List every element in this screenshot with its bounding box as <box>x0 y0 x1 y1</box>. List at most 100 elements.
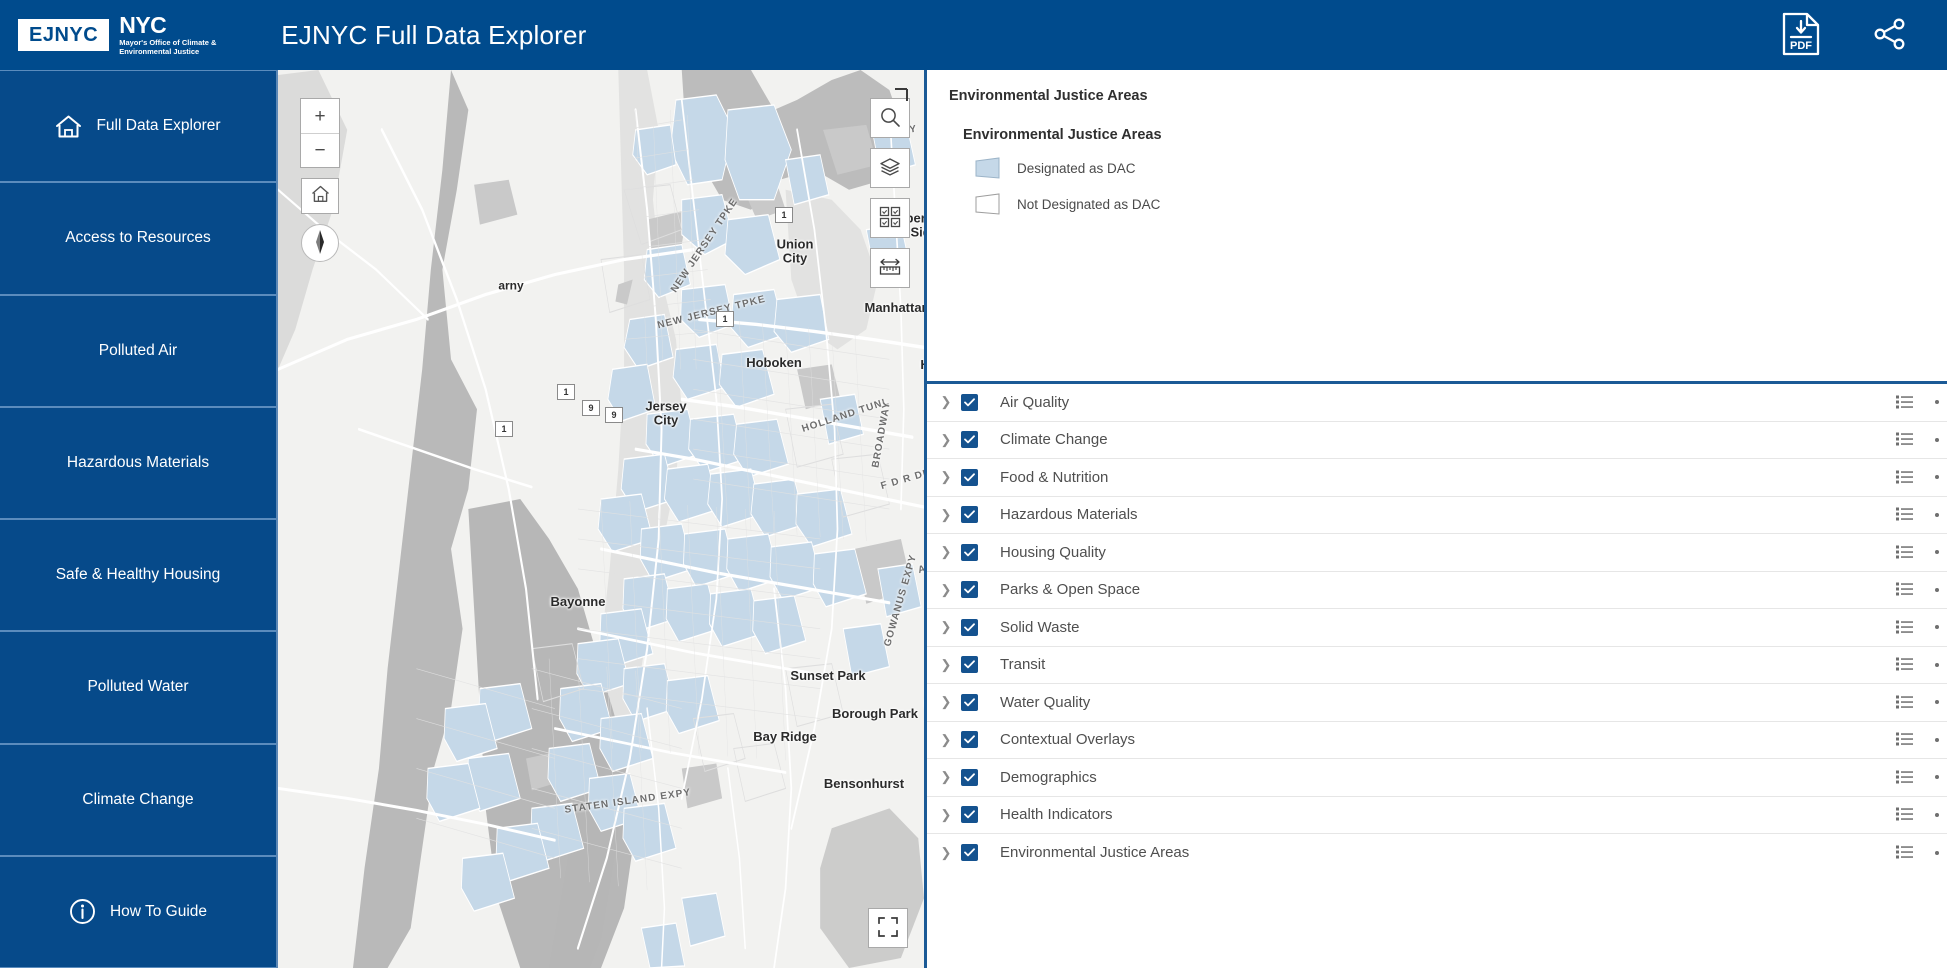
layer-row-health-indicators[interactable]: ❯ Health Indicators <box>927 797 1947 834</box>
app-root: EJNYC NYC Mayor's Office of Climate & En… <box>0 0 1947 968</box>
chevron-right-icon[interactable]: ❯ <box>935 807 957 823</box>
layer-row-air-quality[interactable]: ❯ Air Quality <box>927 384 1947 422</box>
layer-options-menu-icon[interactable] <box>1935 775 1939 780</box>
chevron-right-icon[interactable]: ❯ <box>935 769 957 785</box>
legend-icon[interactable] <box>1896 695 1913 710</box>
layer-visibility-checkbox[interactable] <box>961 393 978 411</box>
layer-name: Climate Change <box>1000 431 1108 449</box>
layer-visibility-checkbox[interactable] <box>961 844 978 862</box>
chevron-right-icon[interactable]: ❯ <box>935 469 957 485</box>
download-pdf-button[interactable]: PDF <box>1781 12 1821 59</box>
chevron-right-icon[interactable]: ❯ <box>935 394 957 410</box>
map-canvas[interactable] <box>278 70 924 968</box>
sidebar-item-climate-change[interactable]: Climate Change <box>0 743 276 856</box>
sidebar-item-hazardous-materials[interactable]: Hazardous Materials <box>0 406 276 519</box>
chevron-right-icon[interactable]: ❯ <box>935 619 957 635</box>
legend-icon[interactable] <box>1896 657 1913 672</box>
sidebar-item-safe-healthy-housing[interactable]: Safe & Healthy Housing <box>0 519 276 632</box>
map-container[interactable]: + − Si Union City Manhattan Hoboken Jers… <box>278 70 924 968</box>
layer-row-food-nutrition[interactable]: ❯ Food & Nutrition <box>927 459 1947 497</box>
brand-logos: EJNYC NYC Mayor's Office of Climate & En… <box>18 11 239 57</box>
chevron-right-icon[interactable]: ❯ <box>935 544 957 560</box>
zoom-in-button[interactable]: + <box>301 99 339 133</box>
chevron-right-icon[interactable]: ❯ <box>935 732 957 748</box>
legend-icon[interactable] <box>1896 507 1913 522</box>
legend-icon[interactable] <box>1896 432 1913 447</box>
layer-row-water-quality[interactable]: ❯ Water Quality <box>927 684 1947 722</box>
layer-row-tools <box>1896 657 1947 672</box>
layer-options-menu-icon[interactable] <box>1935 812 1939 817</box>
legend-icon[interactable] <box>1896 545 1913 560</box>
chevron-right-icon[interactable]: ❯ <box>935 694 957 710</box>
layer-visibility-checkbox[interactable] <box>961 506 978 524</box>
legend-icon[interactable] <box>1896 470 1913 485</box>
layer-options-menu-icon[interactable] <box>1935 850 1939 855</box>
layer-list: ❯ Air Quality ❯ Climate Change ❯ Food & … <box>927 381 1947 968</box>
layer-options-menu-icon[interactable] <box>1935 700 1939 705</box>
chevron-right-icon[interactable]: ❯ <box>935 845 957 861</box>
chevron-right-icon[interactable]: ❯ <box>935 507 957 523</box>
basemap-gallery-button[interactable] <box>870 198 910 238</box>
sidebar-item-label: Safe & Healthy Housing <box>55 566 221 584</box>
zoom-out-button[interactable]: − <box>301 133 339 167</box>
layer-name: Environmental Justice Areas <box>1000 844 1190 862</box>
layer-row-demographics[interactable]: ❯ Demographics <box>927 759 1947 797</box>
chevron-right-icon[interactable]: ❯ <box>935 432 957 448</box>
layer-row-tools <box>1896 395 1947 410</box>
layer-options-menu-icon[interactable] <box>1935 737 1939 742</box>
legend-icon[interactable] <box>1896 845 1913 860</box>
legend-icon[interactable] <box>1896 395 1913 410</box>
layer-visibility-checkbox[interactable] <box>961 468 978 486</box>
sidebar-item-how-to-guide[interactable]: How To Guide <box>0 855 276 968</box>
expand-map-button[interactable] <box>868 908 908 948</box>
nyc-logo-text: NYC <box>119 11 167 38</box>
chevron-right-icon[interactable]: ❯ <box>935 657 957 673</box>
sidebar-item-full-data-explorer[interactable]: Full Data Explorer <box>0 70 276 183</box>
layer-row-hazardous-materials[interactable]: ❯ Hazardous Materials <box>927 497 1947 534</box>
measurement-tool-button[interactable] <box>870 248 910 288</box>
sidebar-item-polluted-air[interactable]: Polluted Air <box>0 294 276 407</box>
layer-visibility-checkbox[interactable] <box>961 731 978 749</box>
layer-row-contextual-overlays[interactable]: ❯ Contextual Overlays <box>927 722 1947 759</box>
compass-button[interactable] <box>301 224 339 262</box>
legend-group-title: Environmental Justice Areas <box>963 127 1162 143</box>
legend-icon[interactable] <box>1896 620 1913 635</box>
legend-icon[interactable] <box>1896 807 1913 822</box>
layer-row-environmental-justice-areas[interactable]: ❯ Environmental Justice Areas <box>927 834 1947 872</box>
layer-visibility-checkbox[interactable] <box>961 806 978 824</box>
layer-options-menu-icon[interactable] <box>1935 437 1939 442</box>
layer-row-transit[interactable]: ❯ Transit <box>927 647 1947 684</box>
layer-visibility-checkbox[interactable] <box>961 693 978 711</box>
layer-name: Housing Quality <box>1000 543 1106 561</box>
layer-name: Food & Nutrition <box>1000 468 1109 486</box>
legend-icon[interactable] <box>1896 770 1913 785</box>
layer-options-menu-icon[interactable] <box>1935 550 1939 555</box>
legend-icon[interactable] <box>1896 732 1913 747</box>
home-extent-button[interactable] <box>301 178 339 214</box>
layer-row-solid-waste[interactable]: ❯ Solid Waste <box>927 609 1947 647</box>
layer-visibility-checkbox[interactable] <box>961 431 978 449</box>
layer-row-housing-quality[interactable]: ❯ Housing Quality <box>927 534 1947 572</box>
layer-visibility-checkbox[interactable] <box>961 581 978 599</box>
sidebar-item-polluted-water[interactable]: Polluted Water <box>0 631 276 744</box>
layer-options-menu-icon[interactable] <box>1935 475 1939 480</box>
layer-visibility-checkbox[interactable] <box>961 656 978 674</box>
legend-swatch-designated-dac <box>975 157 1001 179</box>
legend-icon[interactable] <box>1896 582 1913 597</box>
layer-visibility-checkbox[interactable] <box>961 543 978 561</box>
layer-options-menu-icon[interactable] <box>1935 400 1939 405</box>
share-icon <box>1873 18 1907 53</box>
layers-tool-button[interactable] <box>870 148 910 188</box>
chevron-right-icon[interactable]: ❯ <box>935 582 957 598</box>
layer-visibility-checkbox[interactable] <box>961 768 978 786</box>
layer-row-climate-change[interactable]: ❯ Climate Change <box>927 422 1947 459</box>
share-button[interactable] <box>1873 18 1907 53</box>
sidebar-item-access-to-resources[interactable]: Access to Resources <box>0 182 276 295</box>
layer-options-menu-icon[interactable] <box>1935 587 1939 592</box>
layer-row-parks-open-space[interactable]: ❯ Parks & Open Space <box>927 572 1947 609</box>
layer-options-menu-icon[interactable] <box>1935 512 1939 517</box>
layer-options-menu-icon[interactable] <box>1935 662 1939 667</box>
layer-visibility-checkbox[interactable] <box>961 618 978 636</box>
layer-options-menu-icon[interactable] <box>1935 625 1939 630</box>
layer-row-tools <box>1896 432 1947 447</box>
